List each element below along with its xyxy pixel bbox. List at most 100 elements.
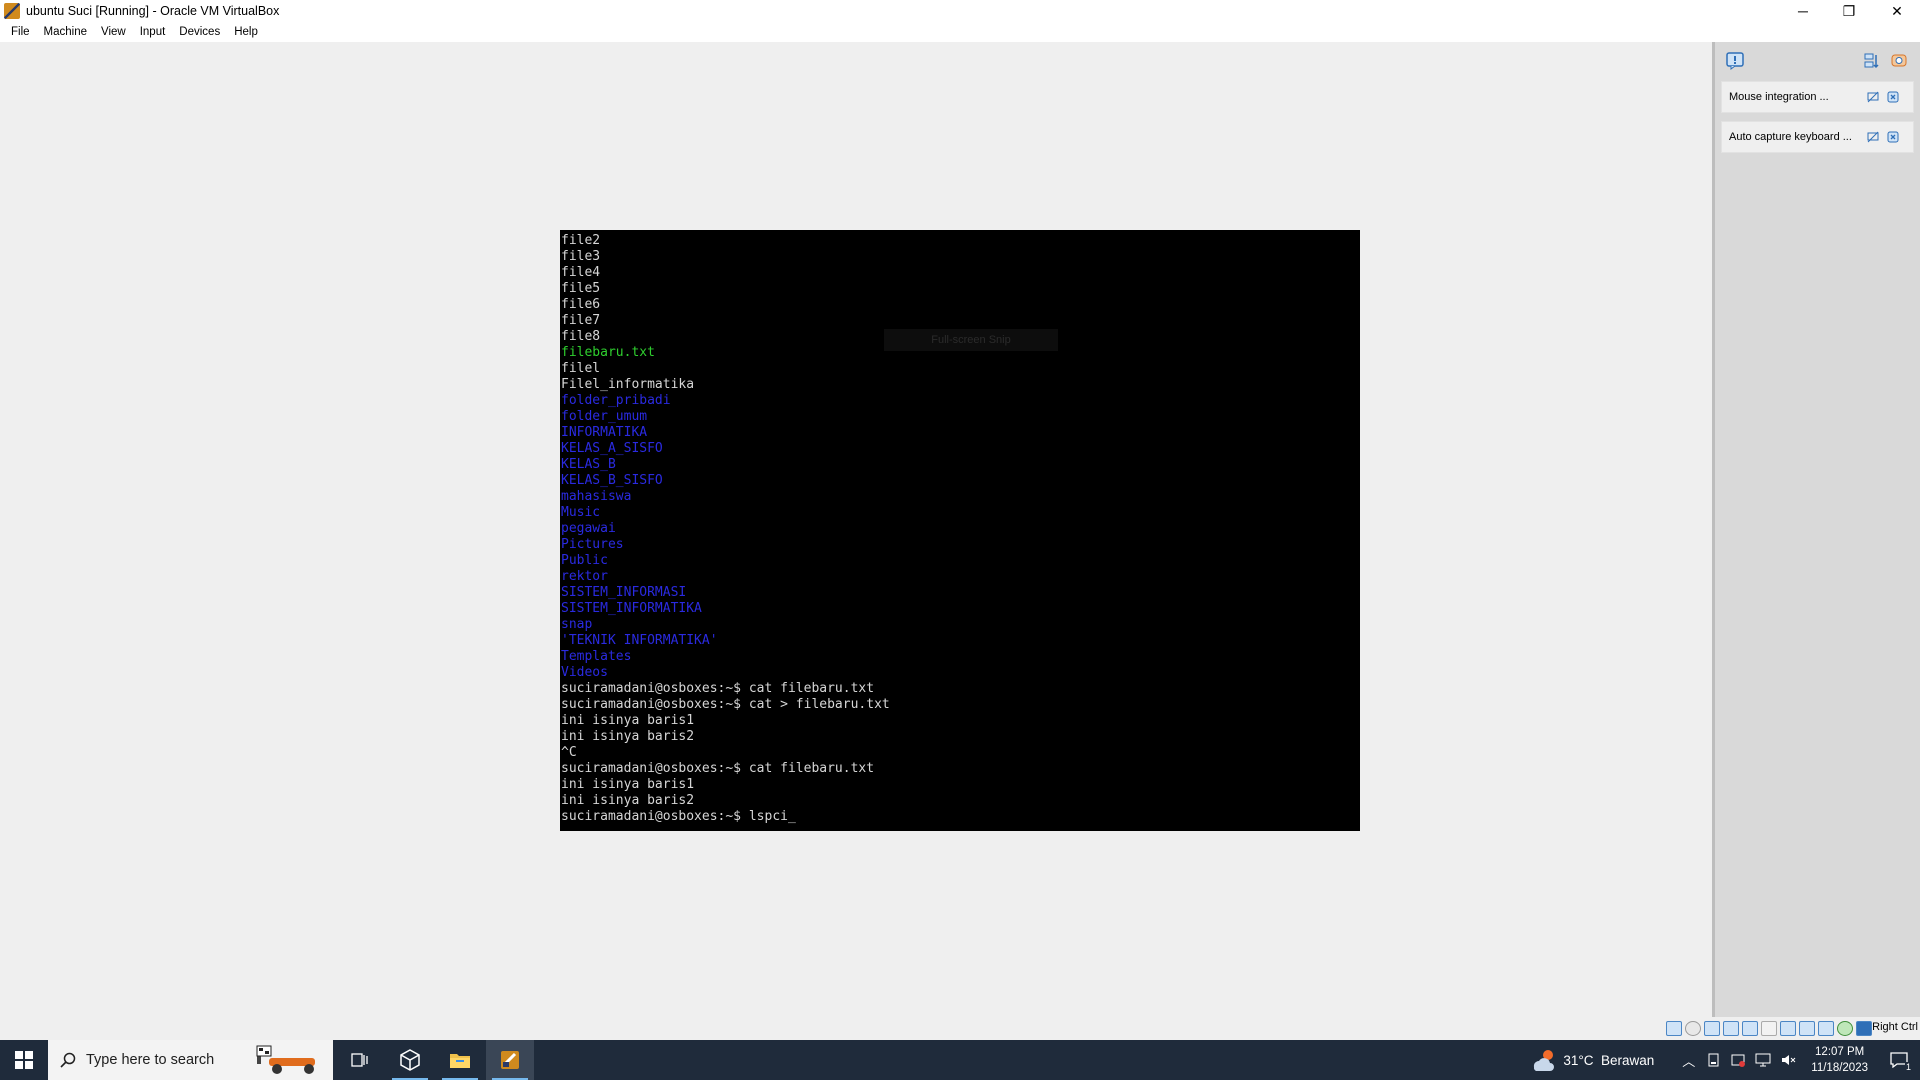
hard-disk-icon[interactable] <box>1666 1021 1682 1036</box>
virtualbox-icon <box>4 3 20 19</box>
task-view-button[interactable] <box>336 1040 384 1080</box>
menu-input[interactable]: Input <box>133 26 173 38</box>
close-notification-icon[interactable] <box>1887 131 1899 143</box>
device-status-icons <box>1666 1021 1872 1036</box>
keyboard-capture-icon[interactable] <box>1856 1021 1872 1036</box>
terminal-line: KELAS_B_SISFO <box>561 473 663 488</box>
terminal-line: file6 <box>561 297 601 312</box>
action-center-button[interactable]: 1 <box>1884 1040 1914 1080</box>
notification-center: Mouse integration ... Auto capture keybo… <box>1712 42 1920 1017</box>
usb-icon[interactable] <box>1742 1021 1758 1036</box>
terminal-line: SISTEM_INFORMASI <box>561 585 687 600</box>
terminal-line: file5 <box>561 281 601 296</box>
notification-header <box>1715 42 1920 78</box>
show-hidden-icons-icon[interactable]: ︿ <box>1682 1051 1695 1070</box>
terminal-line: suciramadani@osboxes:~$ cat filebaru.txt <box>561 761 875 776</box>
notification-mouse-integration: Mouse integration ... <box>1721 81 1914 113</box>
minimize-button[interactable]: ─ <box>1780 0 1826 22</box>
virtualbox-cube-icon <box>400 1049 420 1071</box>
weather-icon[interactable] <box>1531 1049 1557 1071</box>
close-all-notifications-icon[interactable] <box>1890 52 1908 70</box>
terminal-line: snap <box>561 617 593 632</box>
battery-icon[interactable] <box>1707 1053 1721 1067</box>
terminal-line: INFORMATIKA <box>561 425 648 440</box>
notification-auto-capture-keyboard: Auto capture keyboard ... <box>1721 121 1914 153</box>
terminal-line: ini isinya baris1 <box>561 777 695 792</box>
search-placeholder: Type here to search <box>86 1052 215 1068</box>
terminal-line: 'TEKNIK INFORMATIKA' <box>561 633 718 648</box>
search-icon <box>60 1052 76 1068</box>
terminal-line: suciramadani@osboxes:~$ cat filebaru.txt <box>561 681 875 696</box>
terminal-line: file3 <box>561 249 601 264</box>
terminal-line: mahasiswa <box>561 489 632 504</box>
terminal-line: Templates <box>561 649 632 664</box>
snip-tooltip: Full-screen Snip <box>884 329 1058 351</box>
display-icon[interactable] <box>1780 1021 1796 1036</box>
terminal-line: Public <box>561 553 608 568</box>
terminal-line: folder_umum <box>561 409 648 424</box>
cpu-activity-icon[interactable] <box>1818 1021 1834 1036</box>
do-not-show-again-icon[interactable] <box>1867 131 1879 143</box>
taskbar-virtualbox[interactable] <box>386 1040 434 1080</box>
notification-count-badge: 1 <box>1904 1062 1912 1072</box>
menu-machine[interactable]: Machine <box>37 26 94 38</box>
terminal-line: ^C <box>561 745 577 760</box>
menu-file[interactable]: File <box>4 26 37 38</box>
security-center-icon[interactable] <box>1731 1053 1746 1067</box>
terminal-line: suciramadani@osboxes:~$ cat > filebaru.t… <box>561 697 890 712</box>
task-view-icon <box>351 1053 368 1067</box>
clock-time: 12:07 PM <box>1815 1046 1865 1058</box>
taskbar-file-explorer[interactable] <box>436 1040 484 1080</box>
windows-taskbar: Type here to search 31°C Berawan ︿ 12:07… <box>0 1040 1920 1080</box>
network-icon[interactable] <box>1723 1021 1739 1036</box>
vm-window-icon <box>501 1051 519 1069</box>
notification-center-icon[interactable] <box>1726 52 1744 70</box>
terminal-console[interactable]: file2 file3 file4 file5 file6 file7 file8 fileb… <box>560 230 1360 831</box>
network-status-icon[interactable] <box>1755 1053 1771 1067</box>
menu-view[interactable]: View <box>94 26 133 38</box>
terminal-line: pegawai <box>561 521 616 536</box>
audio-icon[interactable] <box>1704 1021 1720 1036</box>
terminal-line: ini isinya baris1 <box>561 713 695 728</box>
terminal-line: SISTEM_INFORMATIKA <box>561 601 702 616</box>
mouse-integration-icon[interactable] <box>1837 1021 1853 1036</box>
terminal-line: rektor <box>561 569 608 584</box>
terminal-line: KELAS_A_SISFO <box>561 441 663 456</box>
close-button[interactable]: ✕ <box>1874 0 1920 22</box>
do-not-show-again-icon[interactable] <box>1867 91 1879 103</box>
menu-help[interactable]: Help <box>227 26 265 38</box>
start-button[interactable] <box>0 1040 48 1080</box>
optical-drive-icon[interactable] <box>1685 1021 1701 1036</box>
taskbar-vm-window[interactable] <box>486 1040 534 1080</box>
windows-logo-icon <box>15 1051 33 1069</box>
terminal-line: Videos <box>561 665 608 680</box>
weather-text[interactable]: 31°C Berawan <box>1563 1053 1654 1068</box>
terminal-line: ini isinya baris2 <box>561 793 695 808</box>
window-title: ubuntu Suci [Running] - Oracle VM Virtua… <box>26 4 280 18</box>
terminal-line: Music <box>561 505 601 520</box>
terminal-line: KELAS_B <box>561 457 616 472</box>
terminal-line: file7 <box>561 313 601 328</box>
close-notification-icon[interactable] <box>1887 91 1899 103</box>
restore-button[interactable]: ❐ <box>1826 0 1872 22</box>
video-capture-icon[interactable] <box>1799 1021 1815 1036</box>
folder-icon <box>450 1054 470 1068</box>
terminal-line: file4 <box>561 265 601 280</box>
toggle-stack-icon[interactable] <box>1863 52 1881 70</box>
taskbar-search-box[interactable]: Type here to search <box>48 1040 333 1080</box>
terminal-line: filel <box>561 361 601 376</box>
terminal-line: folder_pribadi <box>561 393 671 408</box>
vm-status-bar: Right Ctrl <box>0 1017 1920 1040</box>
volume-muted-icon[interactable] <box>1781 1053 1797 1067</box>
terminal-line: Pictures <box>561 537 624 552</box>
terminal-line: file2 <box>561 233 601 248</box>
notification-label: Mouse integration ... <box>1729 91 1829 103</box>
terminal-line: Filel_informatika <box>561 377 695 392</box>
menu-devices[interactable]: Devices <box>172 26 227 38</box>
search-highlight-icon <box>256 1045 315 1074</box>
clock-date: 11/18/2023 <box>1811 1062 1868 1074</box>
shared-folders-icon[interactable] <box>1761 1021 1777 1036</box>
menu-bar: File Machine View Input Devices Help <box>0 22 1920 42</box>
system-tray: 31°C Berawan ︿ 12:07 PM 11/18/2023 1 <box>1531 1040 1920 1080</box>
taskbar-clock[interactable]: 12:07 PM 11/18/2023 <box>1811 1044 1868 1076</box>
